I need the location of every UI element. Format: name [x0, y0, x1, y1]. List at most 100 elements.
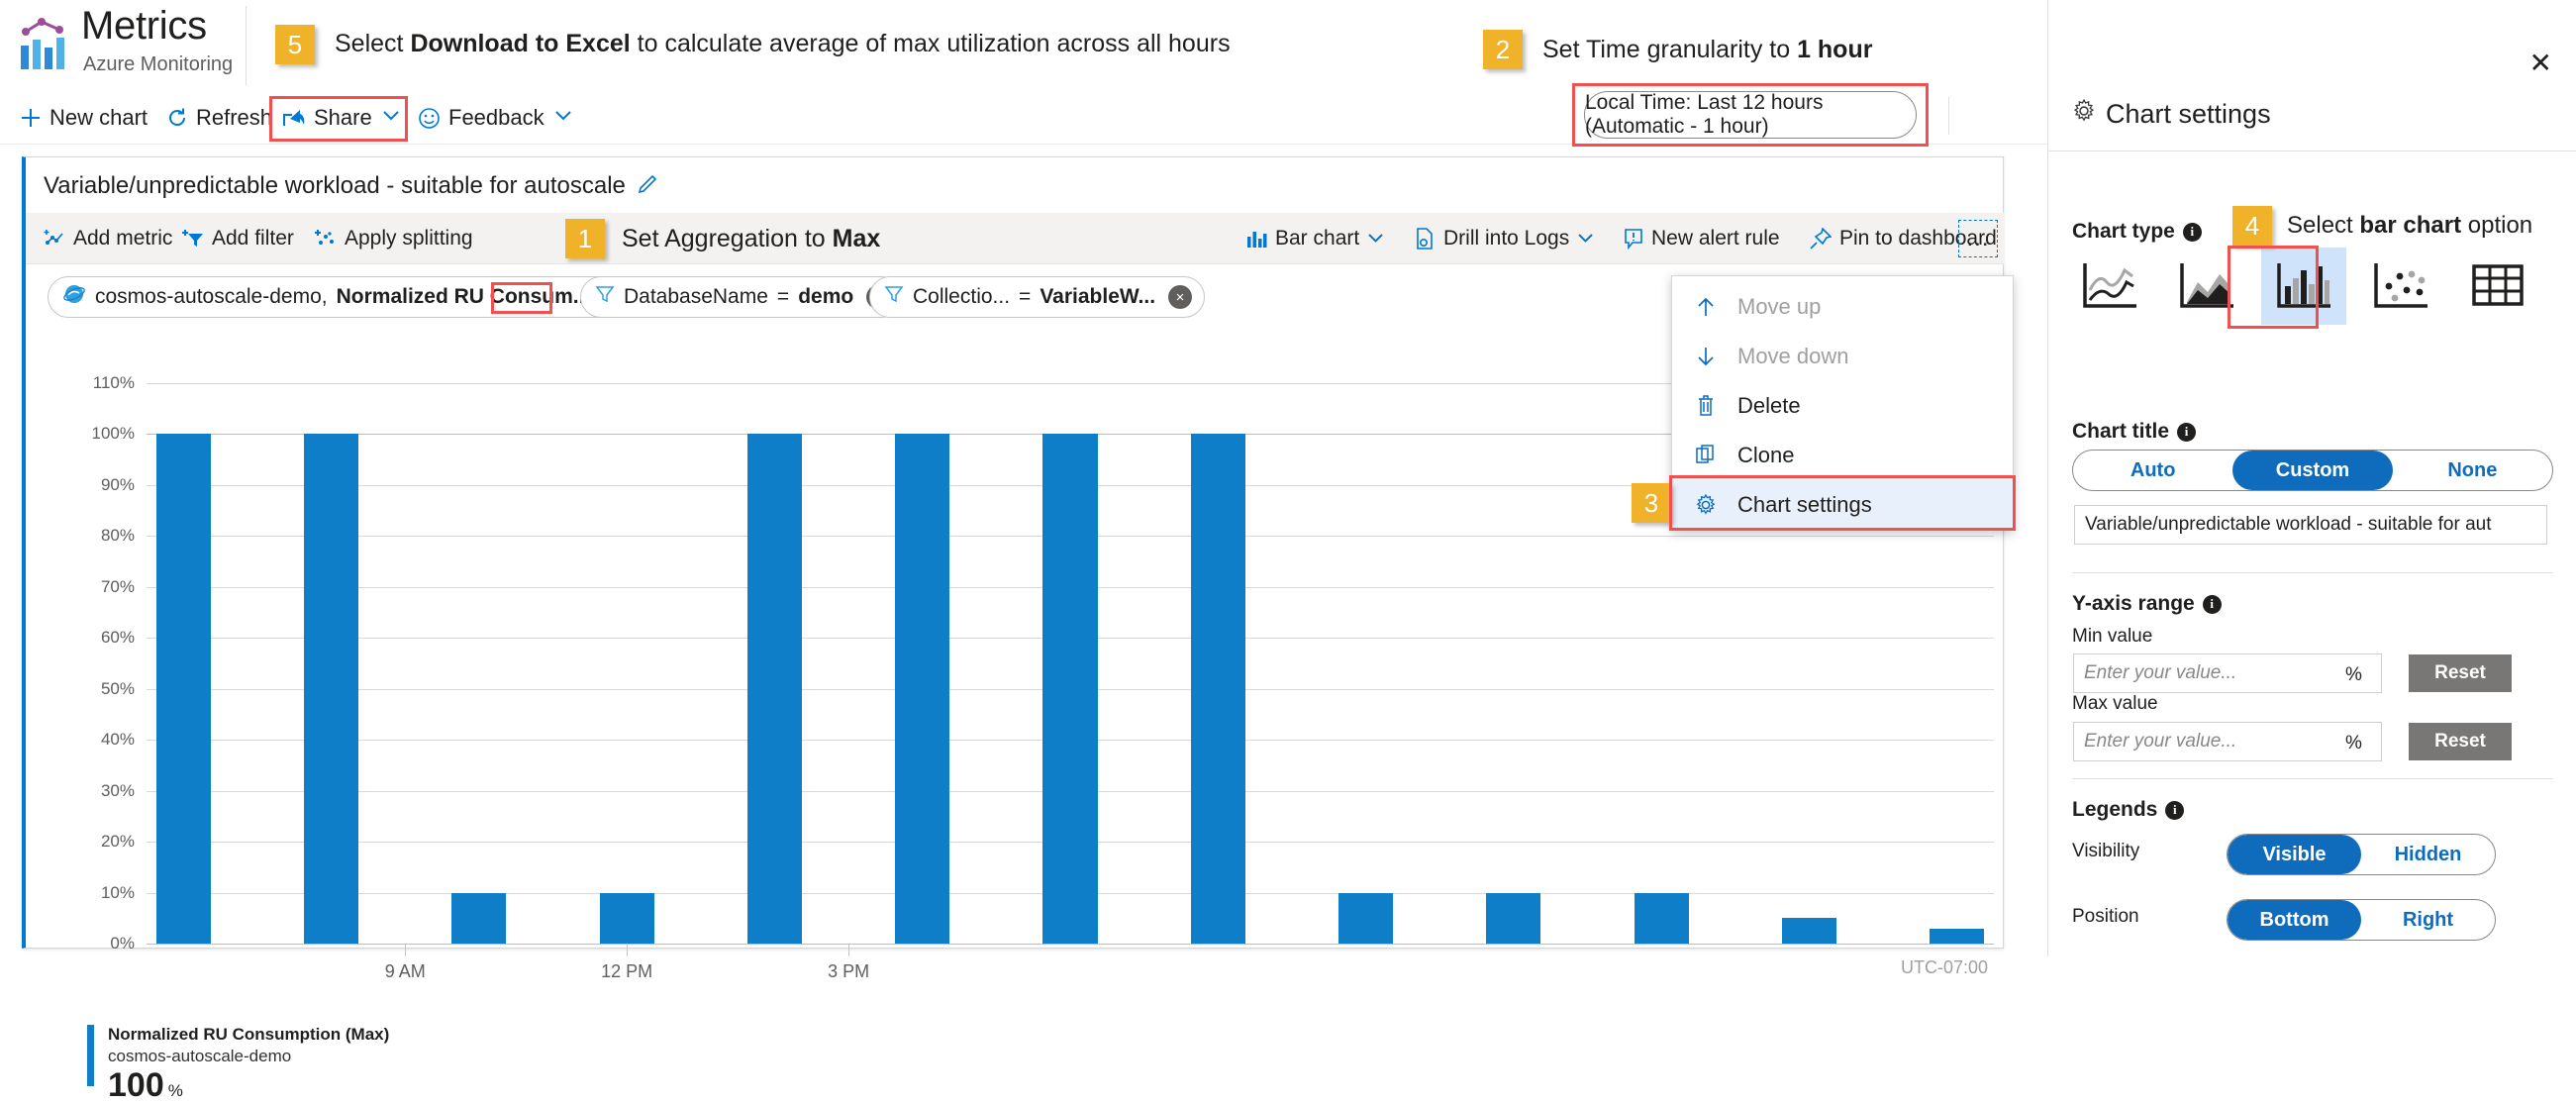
info-icon[interactable]: i [2165, 801, 2184, 820]
min-value-input[interactable]: Enter your value... [2073, 653, 2382, 693]
filter-pill-value: VariableW... [1040, 285, 1155, 309]
callout-4-bold: bar chart [2359, 212, 2461, 239]
add-filter-button[interactable]: Add filter [182, 223, 294, 254]
menu-item-chart-settings[interactable]: Chart settings [1672, 480, 2013, 530]
close-icon[interactable]: ✕ [2529, 50, 2552, 77]
chart-title-option-custom[interactable]: Custom [2232, 451, 2392, 490]
chart-bar[interactable] [1930, 929, 1984, 944]
chevron-down-icon [1367, 231, 1384, 248]
line-chart-icon[interactable] [2067, 248, 2152, 325]
y-axis-tick-label: 80% [75, 526, 135, 546]
legend-visibility-hidden[interactable]: Hidden [2361, 835, 2495, 874]
area-chart-icon[interactable] [2164, 248, 2249, 325]
chart-settings-title-text: Chart settings [2106, 99, 2271, 130]
bar-chart-icon[interactable] [2261, 248, 2346, 325]
ellipsis-icon: ... [1966, 225, 1989, 252]
drill-into-logs-button[interactable]: Drill into Logs [1416, 223, 1594, 254]
apply-splitting-button[interactable]: Apply splitting [315, 223, 473, 254]
min-value-reset-button[interactable]: Reset [2409, 654, 2512, 692]
callout-2-prefix: Set Time granularity to [1542, 36, 1797, 63]
pin-icon [1810, 228, 1832, 250]
info-icon[interactable]: i [2203, 595, 2222, 614]
chart-title-input[interactable]: Variable/unpredictable workload - suitab… [2074, 505, 2547, 545]
chart-bar[interactable] [304, 434, 358, 944]
chart-bar[interactable] [1635, 893, 1689, 944]
bar-chart-icon [1245, 229, 1267, 249]
plus-icon [20, 107, 42, 129]
chart-context-menu: Move up Move down Delete Clone Chart set… [1671, 275, 2014, 531]
refresh-button[interactable]: Refresh [166, 101, 272, 135]
chart-title-option-none[interactable]: None [2393, 451, 2552, 490]
drill-into-logs-label: Drill into Logs [1443, 227, 1569, 251]
chart-bar[interactable] [895, 434, 949, 944]
max-value-reset-button[interactable]: Reset [2409, 723, 2512, 760]
alert-rule-icon [1624, 228, 1643, 250]
chevron-down-icon [1577, 231, 1594, 248]
callout-4-prefix: Select [2287, 212, 2359, 239]
callout-badge-4: 4 [2232, 206, 2272, 246]
chart-type-button[interactable]: Bar chart [1245, 223, 1384, 254]
chart-settings-title: Chart settings [2072, 99, 2271, 130]
grid-table-icon[interactable] [2455, 248, 2540, 325]
filter-pill-op: = [1019, 285, 1031, 309]
y-axis-tick-label: 70% [75, 577, 135, 597]
filter-pill-op: = [777, 285, 789, 309]
chart-type-heading: Chart type i [2072, 220, 2202, 244]
filter-pill-collection[interactable]: Collectio... = VariableW... × [869, 276, 1205, 318]
info-icon[interactable]: i [2177, 423, 2196, 442]
min-value-label: Min value [2072, 626, 2152, 648]
new-alert-rule-button[interactable]: New alert rule [1624, 223, 1780, 254]
filter-pill-name: DatabaseName [624, 285, 768, 309]
chart-settings-panel: ✕ Chart settings Chart type i Chart titl… [2047, 0, 2576, 956]
chart-title-heading: Chart title i [2072, 420, 2196, 444]
chart-toolbar: Add metric Add filter Apply splitting 1 … [26, 213, 2004, 264]
legend-position-toggle[interactable]: Bottom Right [2227, 899, 2496, 941]
legend-visibility-visible[interactable]: Visible [2228, 835, 2361, 874]
filter-pill-database[interactable]: DatabaseName = demo × [580, 276, 903, 318]
y-axis-tick-label: 110% [75, 373, 135, 393]
info-icon[interactable]: i [2183, 223, 2202, 242]
menu-item-label: Move up [1737, 294, 1821, 320]
y-axis-tick-label: 20% [75, 832, 135, 852]
legend-position-right[interactable]: Right [2361, 900, 2495, 940]
chart-bar[interactable] [600, 893, 654, 944]
chart-bar[interactable] [1486, 893, 1540, 944]
time-range-picker[interactable]: Local Time: Last 12 hours (Automatic - 1… [1584, 91, 1917, 139]
menu-item-move-down[interactable]: Move down [1672, 332, 2013, 381]
add-metric-button[interactable]: Add metric [44, 223, 172, 254]
drill-logs-icon [1416, 228, 1436, 250]
scatter-chart-icon[interactable] [2358, 248, 2443, 325]
share-button[interactable]: Share [282, 101, 400, 135]
chart-bar[interactable] [1042, 434, 1097, 944]
chart-bar[interactable] [1338, 893, 1393, 944]
chart-title-option-auto[interactable]: Auto [2073, 451, 2232, 490]
chart-title-toggle-group[interactable]: Auto Custom None [2072, 450, 2553, 491]
chart-bar[interactable] [1782, 918, 1836, 944]
y-axis-tick-label: 40% [75, 730, 135, 750]
legend-visibility-toggle[interactable]: Visible Hidden [2227, 834, 2496, 875]
chart-legend[interactable]: Normalized RU Consumption (Max) cosmos-a… [87, 1025, 389, 1102]
metric-pill-metric: Normalized RU Consum... [337, 285, 591, 309]
close-icon[interactable]: × [1168, 285, 1192, 309]
feedback-button[interactable]: Feedback [418, 101, 572, 135]
metrics-chart-icon [18, 16, 69, 71]
new-chart-button[interactable]: New chart [20, 101, 148, 135]
pencil-icon[interactable] [638, 171, 659, 200]
callout-5-prefix: Select [335, 30, 410, 57]
chart-bar[interactable] [747, 434, 802, 944]
legend-position-bottom[interactable]: Bottom [2228, 900, 2361, 940]
max-value-input[interactable]: Enter your value... [2073, 722, 2382, 761]
chart-bar[interactable] [156, 434, 211, 944]
page-title: Metrics [81, 4, 207, 49]
chart-type-options [2067, 248, 2540, 325]
chart-bar[interactable] [1191, 434, 1245, 944]
chart-bar[interactable] [451, 893, 506, 944]
chart-more-options-button[interactable]: ... [1958, 220, 1998, 257]
menu-item-move-up[interactable]: Move up [1672, 282, 2013, 332]
legend-metric-name: Normalized RU Consumption (Max) [108, 1025, 389, 1045]
add-metric-label: Add metric [73, 227, 172, 251]
arrow-down-icon [1692, 346, 1720, 367]
legends-heading: Legends i [2072, 798, 2184, 822]
menu-item-delete[interactable]: Delete [1672, 381, 2013, 431]
menu-item-clone[interactable]: Clone [1672, 431, 2013, 480]
